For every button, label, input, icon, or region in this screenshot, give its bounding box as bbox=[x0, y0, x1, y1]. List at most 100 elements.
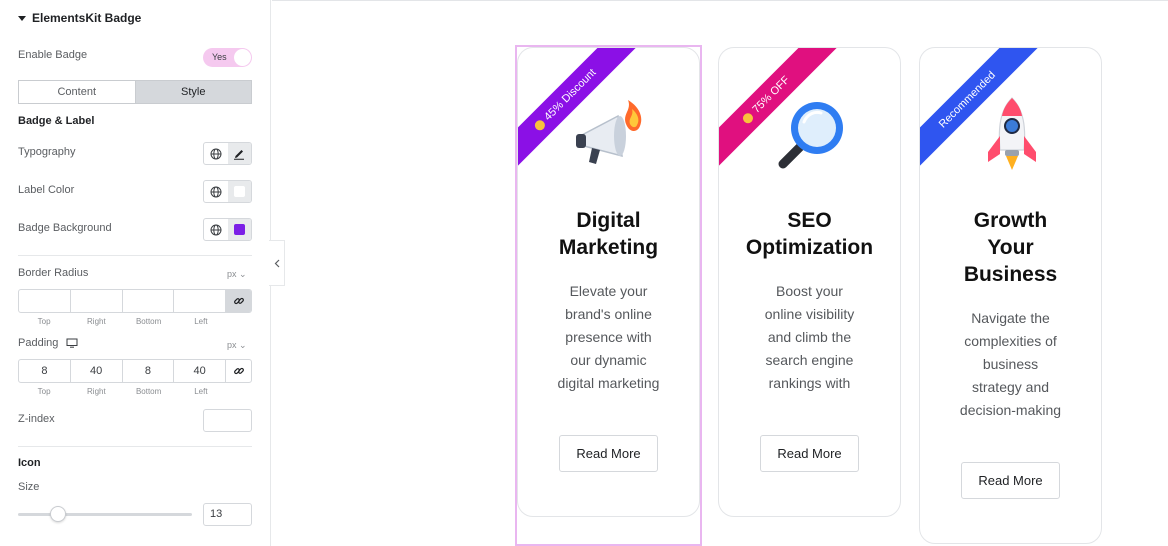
padding-left-input[interactable]: 40 bbox=[174, 360, 226, 382]
chevron-left-icon bbox=[274, 259, 279, 267]
padding-label-row: Padding bbox=[18, 337, 78, 349]
border-radius-right-input[interactable] bbox=[71, 290, 123, 312]
service-card-digital-marketing: 45% Discount Digital Marketing Elevate y… bbox=[517, 47, 700, 517]
toggle-knob bbox=[234, 49, 251, 66]
read-more-button[interactable]: Read More bbox=[559, 435, 658, 472]
megaphone-icon bbox=[576, 100, 642, 164]
card-description: Boost your online visibility and climb t… bbox=[733, 280, 886, 395]
size-input[interactable]: 13 bbox=[203, 503, 252, 526]
label-color-control bbox=[203, 180, 252, 203]
desc-line: online visibility bbox=[764, 306, 855, 322]
section-title: ElementsKit Badge bbox=[32, 11, 142, 25]
padding-unit-select[interactable]: px ⌄ bbox=[227, 340, 247, 351]
caption-bottom: Bottom bbox=[135, 317, 162, 326]
border-radius-captions: Top Right Bottom Left bbox=[18, 317, 227, 326]
padding-inputs: 8 40 8 40 bbox=[18, 359, 252, 383]
globe-icon bbox=[210, 186, 222, 197]
service-card-seo-optimization: 75% OFF SEO Optimization Boost your onli… bbox=[718, 47, 901, 517]
border-radius-top-input[interactable] bbox=[19, 290, 71, 312]
section-header-elementskit-badge[interactable]: ElementsKit Badge bbox=[18, 11, 141, 25]
typography-label: Typography bbox=[18, 146, 76, 158]
read-more-button[interactable]: Read More bbox=[760, 435, 859, 472]
badge-background-label: Badge Background bbox=[18, 222, 112, 234]
badge-background-swatch bbox=[233, 224, 245, 235]
desc-line: search engine bbox=[765, 352, 854, 368]
emoji-icon bbox=[532, 117, 547, 132]
border-radius-inputs bbox=[18, 289, 252, 313]
badge-label-heading: Badge & Label bbox=[18, 115, 95, 127]
tab-style[interactable]: Style bbox=[134, 81, 251, 103]
desc-line: and climb the bbox=[767, 329, 852, 345]
pencil-icon bbox=[234, 149, 245, 160]
caption-right: Right bbox=[87, 387, 106, 396]
preview-top-border bbox=[272, 0, 1168, 1]
caption-top: Top bbox=[37, 317, 51, 326]
desc-line: presence with bbox=[565, 329, 652, 345]
icon-heading: Icon bbox=[18, 457, 41, 469]
desc-line: complexities of bbox=[964, 333, 1057, 349]
border-radius-label: Border Radius bbox=[18, 267, 89, 279]
size-slider-handle[interactable] bbox=[50, 506, 67, 522]
desktop-icon[interactable] bbox=[66, 338, 78, 348]
global-background-button[interactable] bbox=[204, 219, 228, 240]
zindex-input[interactable] bbox=[203, 409, 252, 432]
padding-top-input[interactable]: 8 bbox=[19, 360, 71, 382]
badge-background-swatch-button[interactable] bbox=[227, 219, 251, 240]
size-label: Size bbox=[18, 481, 40, 493]
link-values-button[interactable] bbox=[226, 290, 251, 312]
desc-line: our dynamic bbox=[570, 352, 647, 368]
content-style-tabs: Content Style bbox=[18, 80, 252, 104]
desc-line: digital marketing bbox=[557, 375, 660, 391]
desc-line: brand's online bbox=[565, 306, 652, 322]
settings-panel: ElementsKit Badge Enable Badge Yes Conte… bbox=[0, 0, 271, 546]
link-values-button[interactable] bbox=[226, 360, 251, 382]
collapse-panel-button[interactable] bbox=[269, 240, 285, 286]
caption-left: Left bbox=[194, 317, 208, 326]
link-icon bbox=[233, 367, 244, 375]
caption-right: Right bbox=[87, 317, 106, 326]
unit-label: px bbox=[227, 269, 237, 279]
border-radius-bottom-input[interactable] bbox=[123, 290, 175, 312]
desc-line: decision-making bbox=[959, 402, 1062, 418]
card-title-line: Marketing bbox=[558, 236, 659, 259]
desc-line: Elevate your bbox=[569, 283, 648, 299]
enable-badge-label: Enable Badge bbox=[18, 49, 88, 61]
size-slider-track[interactable] bbox=[18, 513, 192, 516]
desc-line: business bbox=[982, 356, 1039, 372]
label-color-swatch bbox=[233, 186, 245, 197]
globe-icon bbox=[210, 148, 222, 159]
border-radius-left-input[interactable] bbox=[174, 290, 226, 312]
toggle-value: Yes bbox=[212, 52, 227, 62]
unit-label: px bbox=[227, 340, 237, 350]
global-typography-button[interactable] bbox=[204, 143, 228, 164]
divider bbox=[18, 446, 252, 447]
padding-label: Padding bbox=[18, 337, 59, 349]
caption-bottom: Bottom bbox=[135, 387, 162, 396]
card-title-line: Business bbox=[963, 263, 1058, 286]
read-more-button[interactable]: Read More bbox=[961, 462, 1060, 499]
rocket-icon bbox=[988, 97, 1036, 170]
border-radius-unit-select[interactable]: px ⌄ bbox=[227, 269, 247, 280]
globe-icon bbox=[210, 224, 222, 235]
desc-line: rankings with bbox=[768, 375, 851, 391]
emoji-icon bbox=[740, 110, 756, 125]
link-icon bbox=[233, 297, 244, 305]
label-color-swatch-button[interactable] bbox=[227, 181, 251, 202]
card-description: Navigate the complexities of business st… bbox=[934, 307, 1087, 422]
tab-content[interactable]: Content bbox=[19, 81, 135, 103]
padding-bottom-input[interactable]: 8 bbox=[123, 360, 175, 382]
card-title-line: SEO bbox=[787, 209, 832, 232]
edit-typography-button[interactable] bbox=[227, 143, 251, 164]
badge-background-control bbox=[203, 218, 252, 241]
card-description: Elevate your brand's online presence wit… bbox=[532, 280, 685, 395]
enable-badge-toggle[interactable]: Yes bbox=[203, 48, 252, 67]
divider bbox=[18, 255, 252, 256]
global-color-button[interactable] bbox=[204, 181, 228, 202]
desc-line: Navigate the bbox=[971, 310, 1050, 326]
caption-left: Left bbox=[194, 387, 208, 396]
padding-right-input[interactable]: 40 bbox=[71, 360, 123, 382]
typography-control bbox=[203, 142, 252, 165]
caret-down-icon bbox=[18, 15, 26, 21]
magnifier-icon bbox=[778, 102, 843, 169]
desc-line: strategy and bbox=[971, 379, 1050, 395]
